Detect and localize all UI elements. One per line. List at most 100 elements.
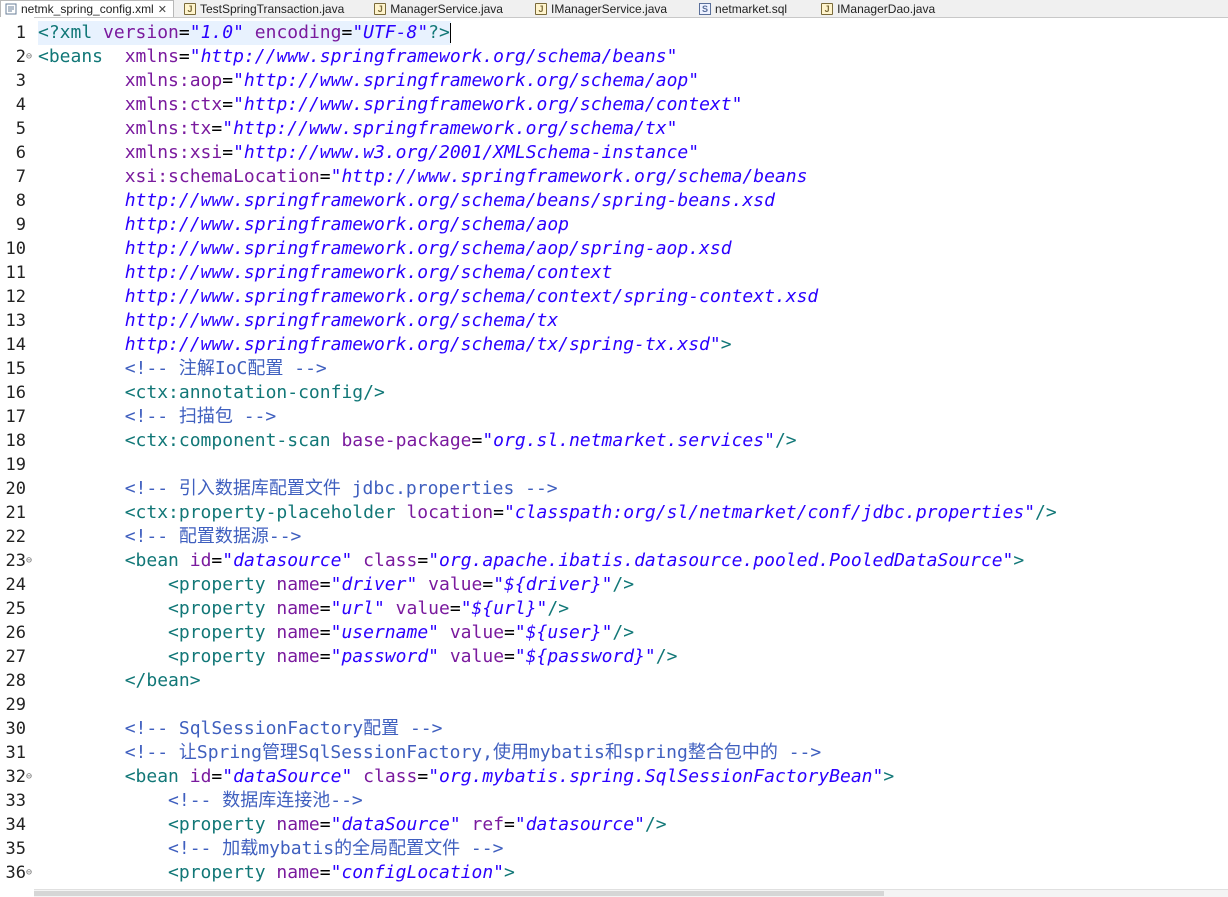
code-token: <!-- SqlSessionFactory配置 --> xyxy=(124,718,443,739)
code-token: = xyxy=(493,502,505,523)
code-line[interactable]: 29 xyxy=(0,693,1228,717)
code-token: <property xyxy=(168,574,277,595)
code-line[interactable]: 23 ⊖ <bean id="datasource" class="org.apa… xyxy=(0,549,1228,573)
code-line[interactable]: 24 <property name="driver" value="${driv… xyxy=(0,573,1228,597)
code-line[interactable]: 2 ⊖ <beans xmlns="http://www.springframewo… xyxy=(0,45,1228,69)
code-line[interactable]: 31 <!-- 让Spring管理SqlSessionFactory,使用myb… xyxy=(0,741,1228,765)
code-line[interactable]: 25 <property name="url" value="${url}"/> xyxy=(0,597,1228,621)
code-text: <!-- 引入数据库配置文件 jdbc.properties --> xyxy=(38,477,558,501)
code-line[interactable]: 14 http://www.springframework.org/schema… xyxy=(0,333,1228,357)
code-line[interactable]: 17 <!-- 扫描包 --> xyxy=(0,405,1228,429)
code-line[interactable]: 33 <!-- 数据库连接池--> xyxy=(0,789,1228,813)
code-token: <property xyxy=(168,622,277,643)
code-token: /> xyxy=(655,646,678,667)
code-line[interactable]: 4 xmlns:ctx="http://www.springframework.… xyxy=(0,93,1228,117)
code-line[interactable]: 20 <!-- 引入数据库配置文件 jdbc.properties --> xyxy=(0,477,1228,501)
code-token: /> xyxy=(644,814,667,835)
code-line[interactable]: 35 <!-- 加载mybatis的全局配置文件 --> xyxy=(0,837,1228,861)
code-line[interactable]: 18 <ctx:component-scan base-package="org… xyxy=(0,429,1228,453)
code-token: version xyxy=(103,22,179,43)
code-line[interactable]: 8 http://www.springframework.org/schema/… xyxy=(0,189,1228,213)
code-token: = xyxy=(417,550,429,571)
code-line[interactable]: 21 <ctx:property-placeholder location="c… xyxy=(0,501,1228,525)
close-tab-icon[interactable]: ✕ xyxy=(158,3,167,16)
code-line[interactable]: 28 </bean> xyxy=(0,669,1228,693)
code-text: <!-- 注解IoC配置 --> xyxy=(38,357,327,381)
fold-toggle-icon[interactable]: ⊖ xyxy=(26,549,34,573)
code-text: http://www.springframework.org/schema/co… xyxy=(38,285,819,309)
code-line[interactable]: 10 http://www.springframework.org/schema… xyxy=(0,237,1228,261)
code-line[interactable]: 13 http://www.springframework.org/schema… xyxy=(0,309,1228,333)
code-text: <!-- 扫描包 --> xyxy=(38,405,277,429)
fold-toggle-icon[interactable]: ⊖ xyxy=(26,861,34,885)
code-line[interactable]: 26 <property name="username" value="${us… xyxy=(0,621,1228,645)
code-token: name xyxy=(276,814,320,835)
code-text: xmlns:tx="http://www.springframework.org… xyxy=(38,117,678,141)
code-text: <ctx:component-scan base-package="org.sl… xyxy=(38,429,797,453)
code-token: "driver" xyxy=(330,574,418,595)
line-number: 31 xyxy=(5,743,26,763)
code-line[interactable]: 32 ⊖ <bean id="dataSource" class="org.myb… xyxy=(0,765,1228,789)
code-text: <ctx:annotation-config/> xyxy=(38,381,385,405)
code-token: "http://www.springframework.org/schema/a… xyxy=(233,70,700,91)
code-token: /> xyxy=(774,430,797,451)
code-token: http://www.springframework.org/schema/tx xyxy=(124,310,559,331)
code-token: name xyxy=(276,646,320,667)
fold-toggle-icon[interactable]: ⊖ xyxy=(26,45,34,69)
code-line[interactable]: 30 <!-- SqlSessionFactory配置 --> xyxy=(0,717,1228,741)
code-token: xmlns:aop xyxy=(124,70,223,91)
tab-imanager-service[interactable]: J IManagerService.java xyxy=(531,0,673,17)
code-line[interactable]: 19 xyxy=(0,453,1228,477)
java-file-icon: J xyxy=(534,2,547,15)
tab-imanager-dao[interactable]: J IManagerDao.java xyxy=(817,0,941,17)
text-cursor xyxy=(449,23,451,43)
code-token: = xyxy=(178,22,190,43)
code-token: /> xyxy=(612,622,635,643)
code-token: encoding xyxy=(254,22,342,43)
code-line[interactable]: 1 <?xml version="1.0" encoding="UTF-8"?> xyxy=(0,21,1228,45)
code-line[interactable]: 7 xsi:schemaLocation="http://www.springf… xyxy=(0,165,1228,189)
tab-netmarket-sql[interactable]: S netmarket.sql xyxy=(695,0,793,17)
code-line[interactable]: 9 http://www.springframework.org/schema/… xyxy=(0,213,1228,237)
code-line[interactable]: 34 <property name="dataSource" ref="data… xyxy=(0,813,1228,837)
fold-toggle-icon[interactable]: ⊖ xyxy=(26,765,34,789)
code-line[interactable]: 27 <property name="password" value="${pa… xyxy=(0,645,1228,669)
code-token: "http://www.springframework.org/schema/b… xyxy=(189,46,678,67)
code-token: <property xyxy=(168,646,277,667)
code-text: xsi:schemaLocation="http://www.springfra… xyxy=(38,165,808,189)
line-number: 5 xyxy=(15,119,26,139)
code-line[interactable]: 6 xmlns:xsi="http://www.w3.org/2001/XMLS… xyxy=(0,141,1228,165)
code-line[interactable]: 3 xmlns:aop="http://www.springframework.… xyxy=(0,69,1228,93)
code-text: xmlns:xsi="http://www.w3.org/2001/XMLSch… xyxy=(38,141,699,165)
code-line[interactable]: 16 <ctx:annotation-config/> xyxy=(0,381,1228,405)
code-editor[interactable]: 1 <?xml version="1.0" encoding="UTF-8"?> 2… xyxy=(0,17,1228,897)
code-token: <!-- 数据库连接池--> xyxy=(168,790,363,811)
xml-file-icon xyxy=(5,3,17,15)
code-line[interactable]: 15 <!-- 注解IoC配置 --> xyxy=(0,357,1228,381)
tab-manager-service[interactable]: J ManagerService.java xyxy=(370,0,509,17)
tab-label: TestSpringTransaction.java xyxy=(199,1,345,16)
code-line[interactable]: 22 <!-- 配置数据源--> xyxy=(0,525,1228,549)
code-line[interactable]: 5 xmlns:tx="http://www.springframework.o… xyxy=(0,117,1228,141)
tab-test-spring-transaction[interactable]: J TestSpringTransaction.java xyxy=(180,0,350,17)
tab-netmk-spring-config[interactable]: netmk_spring_config.xml ✕ xyxy=(0,0,174,17)
code-text: xmlns:aop="http://www.springframework.or… xyxy=(38,69,699,93)
tab-label: netmk_spring_config.xml xyxy=(21,2,154,16)
code-line[interactable]: 12 http://www.springframework.org/schema… xyxy=(0,285,1228,309)
code-token: "dataSource" xyxy=(222,766,353,787)
code-token: /> xyxy=(1035,502,1057,523)
code-token: class xyxy=(363,550,418,571)
code-line[interactable]: 11 http://www.springframework.org/schema… xyxy=(0,261,1228,285)
code-token: = xyxy=(222,94,234,115)
scrollbar-thumb[interactable] xyxy=(34,891,884,896)
code-line[interactable]: 36 ⊖ <property name="configLocation"> xyxy=(0,861,1228,885)
line-number: 36 xyxy=(5,863,26,883)
